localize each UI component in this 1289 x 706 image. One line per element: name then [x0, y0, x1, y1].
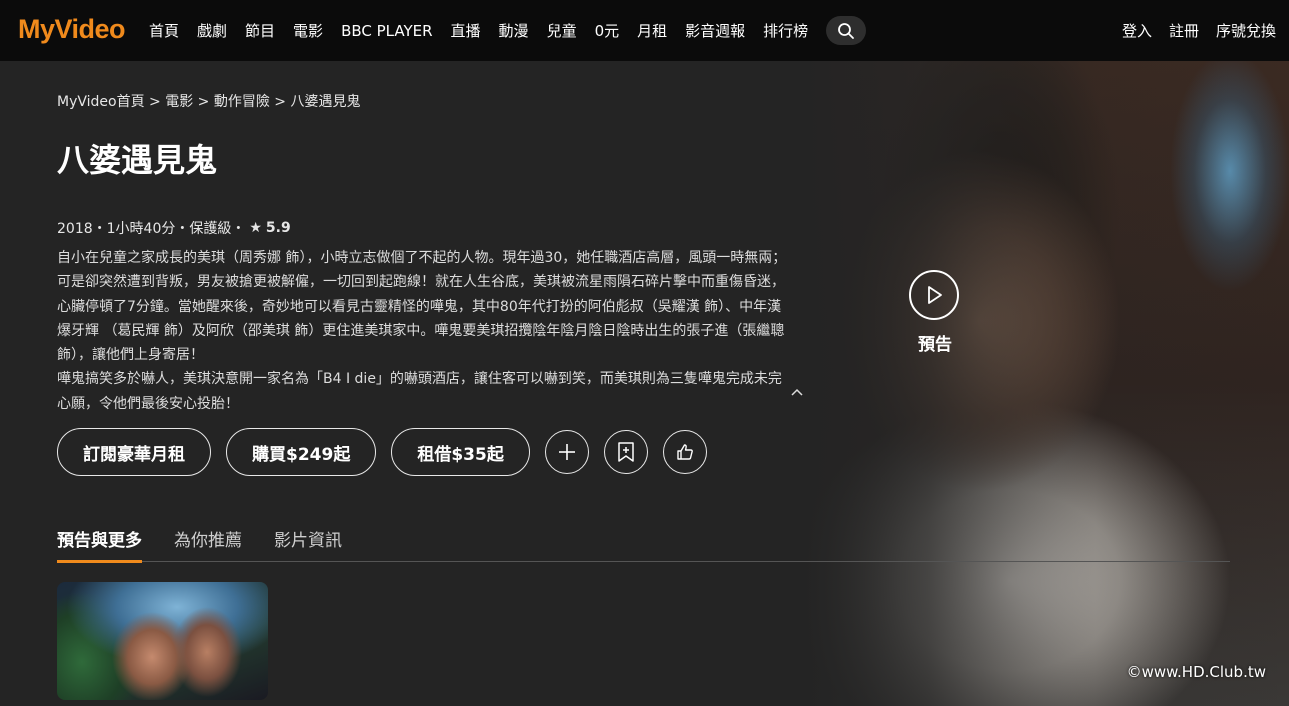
- nav-item-ranking[interactable]: 排行榜: [763, 20, 808, 41]
- nav-item-free[interactable]: 0元: [595, 20, 620, 41]
- description-paragraph: 嘩鬼搞笑多於嚇人，美琪決意開一家名為「B4 I die」的嚇頭酒店，讓住客可以嚇…: [57, 371, 782, 412]
- action-buttons: 訂閱豪華月租 購買$249起 租借$35起: [57, 428, 722, 476]
- nav-item-live[interactable]: 直播: [451, 20, 481, 41]
- description-paragraph: 自小在兒童之家成長的美琪（周秀娜 飾），小時立志做個了不起的人物。現年過30，她…: [57, 250, 787, 364]
- bookmark-button[interactable]: [603, 430, 648, 474]
- trailer-play-button[interactable]: 預告: [909, 270, 961, 355]
- trailer-thumbnail[interactable]: [57, 582, 268, 700]
- nav-item-anime[interactable]: 動漫: [499, 20, 529, 41]
- buy-button[interactable]: 購買$249起: [226, 428, 377, 476]
- tab-trailers-more[interactable]: 預告與更多: [57, 526, 142, 563]
- main-nav: 首頁 戲劇 節目 電影 BBC PLAYER 直播 動漫 兒童 0元 月租 影音…: [149, 0, 867, 61]
- redeem-code-link[interactable]: 序號兌換: [1216, 20, 1276, 41]
- star-icon: ★: [249, 220, 262, 236]
- subscribe-button[interactable]: 訂閱豪華月租: [57, 428, 211, 476]
- play-circle[interactable]: [909, 270, 959, 320]
- login-link[interactable]: 登入: [1122, 20, 1152, 41]
- meta-info: 2018・1小時40分・保護級・: [57, 221, 246, 237]
- register-link[interactable]: 註冊: [1169, 20, 1199, 41]
- search-icon: [838, 22, 855, 39]
- play-icon: [928, 286, 942, 304]
- thumbs-up-icon: [677, 444, 693, 460]
- chevron-up-icon: [791, 388, 803, 396]
- myvideo-logo[interactable]: MyVideo: [18, 14, 126, 45]
- nav-item-bbc-player[interactable]: BBC PLAYER: [341, 22, 432, 40]
- nav-item-drama[interactable]: 戲劇: [197, 20, 227, 41]
- rating-value: 5.9: [265, 220, 291, 236]
- watermark: ©www.HD.Club.tw: [1126, 663, 1266, 681]
- rent-button[interactable]: 租借$35起: [391, 428, 530, 476]
- movie-description: 自小在兒童之家成長的美琪（周秀娜 飾），小時立志做個了不起的人物。現年過30，她…: [57, 246, 792, 416]
- nav-item-kids[interactable]: 兒童: [547, 20, 577, 41]
- account-nav: 登入 註冊 序號兌換: [1105, 0, 1276, 61]
- tab-recommended[interactable]: 為你推薦: [174, 526, 242, 562]
- movie-meta: 2018・1小時40分・保護級・ ★ 5.9: [57, 218, 291, 238]
- trailer-label: 預告: [918, 335, 952, 355]
- like-button[interactable]: [662, 430, 707, 474]
- top-navigation-bar: MyVideo 首頁 戲劇 節目 電影 BBC PLAYER 直播 動漫 兒童 …: [0, 0, 1289, 61]
- breadcrumb[interactable]: MyVideo首頁 > 電影 > 動作冒險 > 八婆遇見鬼: [57, 91, 360, 111]
- collapse-description-button[interactable]: [790, 385, 804, 401]
- nav-item-shows[interactable]: 節目: [245, 20, 275, 41]
- add-to-list-button[interactable]: [544, 430, 589, 474]
- nav-item-movies[interactable]: 電影: [293, 20, 323, 41]
- nav-item-monthly[interactable]: 月租: [637, 20, 667, 41]
- nav-item-home[interactable]: 首頁: [149, 20, 179, 41]
- page-title: 八婆遇見鬼: [57, 141, 218, 179]
- nav-item-weekly[interactable]: 影音週報: [685, 20, 745, 41]
- search-button[interactable]: [826, 16, 867, 45]
- plus-icon: [558, 444, 575, 460]
- content-tabs: 預告與更多 為你推薦 影片資訊: [57, 526, 1230, 563]
- tab-video-info[interactable]: 影片資訊: [274, 526, 342, 562]
- bookmark-plus-icon: [618, 442, 634, 462]
